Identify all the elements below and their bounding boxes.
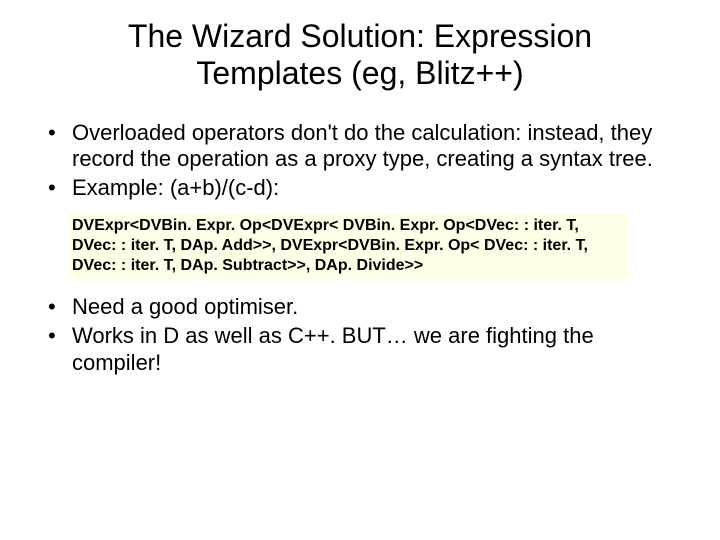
bullet-list-bottom: Need a good optimiser. Works in D as wel…: [44, 294, 680, 376]
slide-title: The Wizard Solution: Expression Template…: [40, 18, 680, 92]
list-item: Works in D as well as C++. BUT… we are f…: [44, 323, 680, 377]
list-item: Need a good optimiser.: [44, 294, 680, 321]
code-example: DVExpr<DVBin. Expr. Op<DVExpr< DVBin. Ex…: [68, 214, 628, 280]
list-item: Overloaded operators don't do the calcul…: [44, 120, 680, 174]
list-item: Example: (a+b)/(c-d):: [44, 175, 680, 202]
bullet-list-top: Overloaded operators don't do the calcul…: [44, 120, 680, 202]
